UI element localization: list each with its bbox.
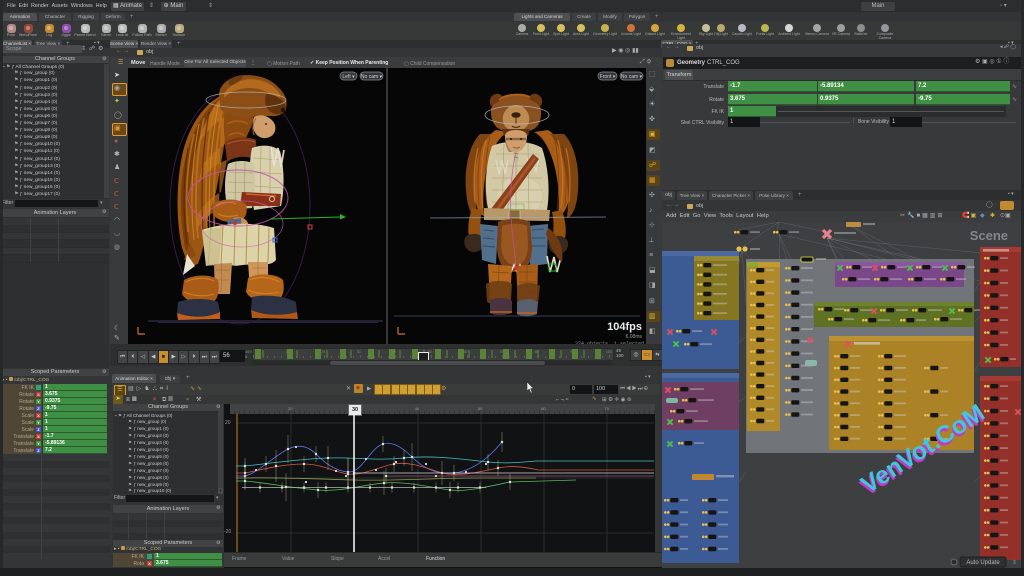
svg-text:104fps: 104fps bbox=[607, 321, 642, 333]
svg-text:6.08ms: 6.08ms bbox=[626, 334, 643, 340]
svg-text:No cam ▾: No cam ▾ bbox=[621, 74, 643, 80]
svg-text:Left ▾: Left ▾ bbox=[342, 74, 355, 80]
svg-text:Scene: Scene bbox=[970, 228, 1008, 243]
svg-text:No cam ▾: No cam ▾ bbox=[361, 74, 383, 80]
svg-text:Auto Update: Auto Update bbox=[966, 560, 1000, 566]
svg-text:⇕: ⇕ bbox=[1012, 559, 1017, 566]
svg-text:Front ▾: Front ▾ bbox=[600, 74, 616, 80]
